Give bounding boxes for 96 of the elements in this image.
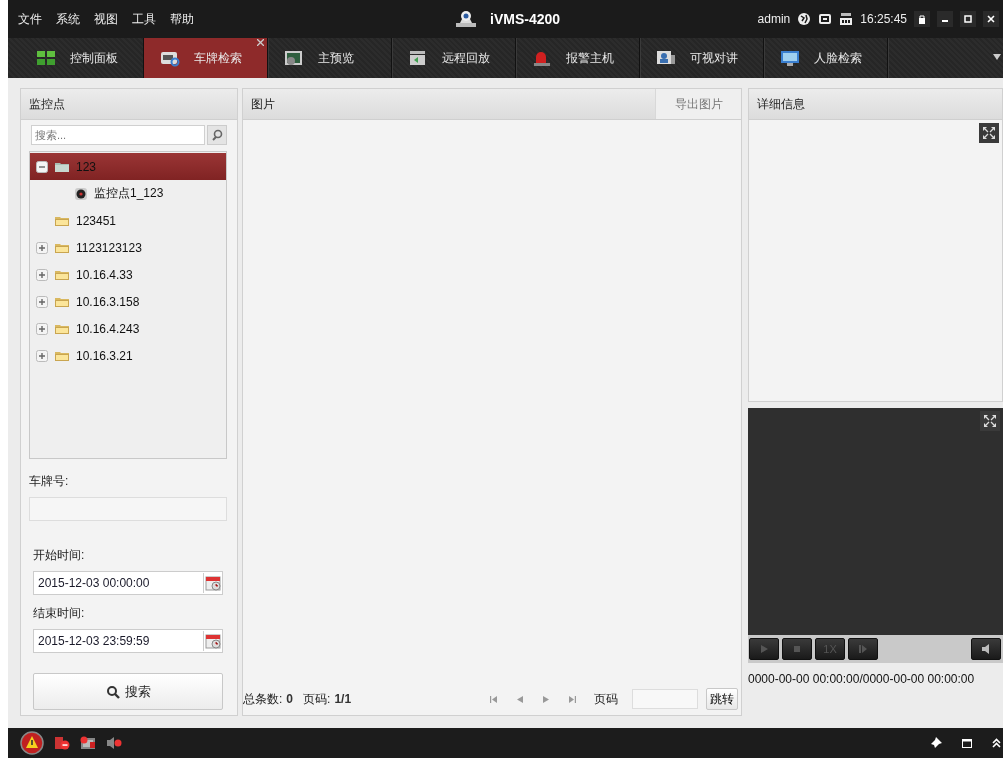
collapse-icon[interactable]: [36, 160, 48, 173]
cpu-icon: [818, 12, 833, 26]
device-offline-icon[interactable]: [54, 736, 70, 750]
ram-icon: [839, 12, 854, 26]
next-page-icon[interactable]: [543, 695, 549, 703]
warning-icon[interactable]: [20, 731, 44, 755]
folder-icon: [54, 322, 70, 335]
collapse-up-icon[interactable]: [992, 738, 1001, 748]
step-icon: [858, 644, 868, 654]
fullscreen-button[interactable]: [979, 123, 999, 143]
close-button[interactable]: [983, 11, 999, 27]
menu-item[interactable]: 帮助: [170, 10, 194, 28]
monitor-icon: [284, 49, 304, 67]
plate-field[interactable]: [29, 497, 227, 521]
tree-item[interactable]: 10.16.3.158: [30, 288, 226, 315]
user-name: admin: [757, 12, 791, 26]
folder-icon: [54, 268, 70, 281]
playback-icon: [408, 49, 428, 67]
tree-item[interactable]: 10.16.4.243: [30, 315, 226, 342]
play-icon: [759, 644, 769, 654]
stop-button[interactable]: [782, 638, 812, 660]
fullscreen-icon: [984, 415, 996, 427]
calendar-icon[interactable]: [205, 633, 221, 649]
first-page-icon[interactable]: [490, 695, 497, 703]
page-label: 页码: [594, 690, 618, 708]
field-label: 车牌号:: [29, 473, 70, 490]
camera-icon: [454, 10, 478, 28]
jump-button[interactable]: 跳转: [706, 688, 738, 710]
speaker-error-icon[interactable]: [106, 736, 122, 750]
previous-page-icon[interactable]: [517, 695, 523, 703]
folder-icon: [54, 349, 70, 362]
page-label: 页码:: [303, 690, 331, 708]
menu-item[interactable]: 视图: [94, 10, 118, 28]
folder-icon: [54, 160, 70, 173]
time-range: 0000-00-00 00:00:00/0000-00-00 00:00:00: [748, 672, 976, 686]
expand-icon[interactable]: [36, 241, 48, 254]
expand-icon[interactable]: [36, 295, 48, 308]
page-number-field[interactable]: [632, 689, 698, 709]
plate-search-icon: [160, 49, 180, 67]
camera-icon: [74, 186, 88, 201]
screen-icon: [780, 49, 800, 67]
close-icon: [986, 14, 996, 24]
panel-header: 详细信息: [749, 89, 1002, 120]
expand-icon[interactable]: [36, 268, 48, 281]
folder-icon: [54, 241, 70, 254]
expand-icon[interactable]: [36, 349, 48, 362]
search-icon: [105, 684, 120, 699]
tree-item[interactable]: 1123123123: [30, 234, 226, 261]
intercom-icon: [656, 49, 676, 67]
total-count: 0: [286, 692, 294, 706]
stop-icon: [792, 644, 802, 654]
sound-button[interactable]: [971, 638, 1001, 660]
minimize-button[interactable]: [937, 11, 953, 27]
search-field[interactable]: 搜索...: [31, 125, 205, 145]
maximize-button[interactable]: [960, 11, 976, 27]
tab[interactable]: 车牌检索: [144, 38, 268, 78]
app-title: iVMS-4200: [490, 11, 561, 27]
close-icon[interactable]: [257, 39, 264, 46]
expand-icon[interactable]: [36, 322, 48, 335]
total-label: 总条数:: [243, 690, 283, 708]
date-time-field[interactable]: 2015-12-03 23:59:59: [33, 629, 223, 653]
field-label: 开始时间:: [33, 547, 86, 564]
clock: 16:25:45: [860, 12, 907, 26]
fullscreen-button[interactable]: [980, 411, 1000, 431]
alarm-light-icon: [532, 49, 552, 67]
menu-item[interactable]: 工具: [132, 10, 156, 28]
dropdown-icon[interactable]: [993, 54, 1001, 60]
fullscreen-icon: [983, 127, 995, 139]
step-button[interactable]: [848, 638, 878, 660]
panel-header: 监控点: [21, 89, 237, 120]
panel-title: 图片: [251, 95, 275, 113]
maximize-icon: [963, 14, 973, 24]
menu-item[interactable]: 系统: [56, 10, 80, 28]
menu-item[interactable]: 文件: [18, 10, 42, 28]
search-button[interactable]: [207, 125, 227, 145]
lock-button[interactable]: [914, 11, 930, 27]
grid-icon: [36, 49, 56, 67]
search-button[interactable]: 搜索: [33, 673, 223, 710]
export-button[interactable]: 导出图片: [655, 89, 741, 119]
field-label: 结束时间:: [33, 605, 86, 622]
search-icon: [211, 129, 223, 141]
folder-icon: [54, 295, 70, 308]
folder-icon: [54, 214, 70, 227]
tree-item[interactable]: 123451: [30, 207, 226, 234]
lock-icon: [917, 14, 927, 24]
page-count: 1/1: [334, 692, 352, 706]
window-icon[interactable]: [962, 738, 972, 748]
play-button[interactable]: [749, 638, 779, 660]
tree-item[interactable]: 10.16.3.21: [30, 342, 226, 369]
tree-item[interactable]: 监控点1_123: [30, 180, 226, 207]
calendar-icon[interactable]: [205, 575, 221, 591]
sound-icon: [981, 644, 991, 654]
tree-item[interactable]: 10.16.4.33: [30, 261, 226, 288]
video-error-icon[interactable]: [80, 736, 96, 750]
last-page-icon[interactable]: [569, 695, 576, 703]
date-time-field[interactable]: 2015-12-03 00:00:00: [33, 571, 223, 595]
